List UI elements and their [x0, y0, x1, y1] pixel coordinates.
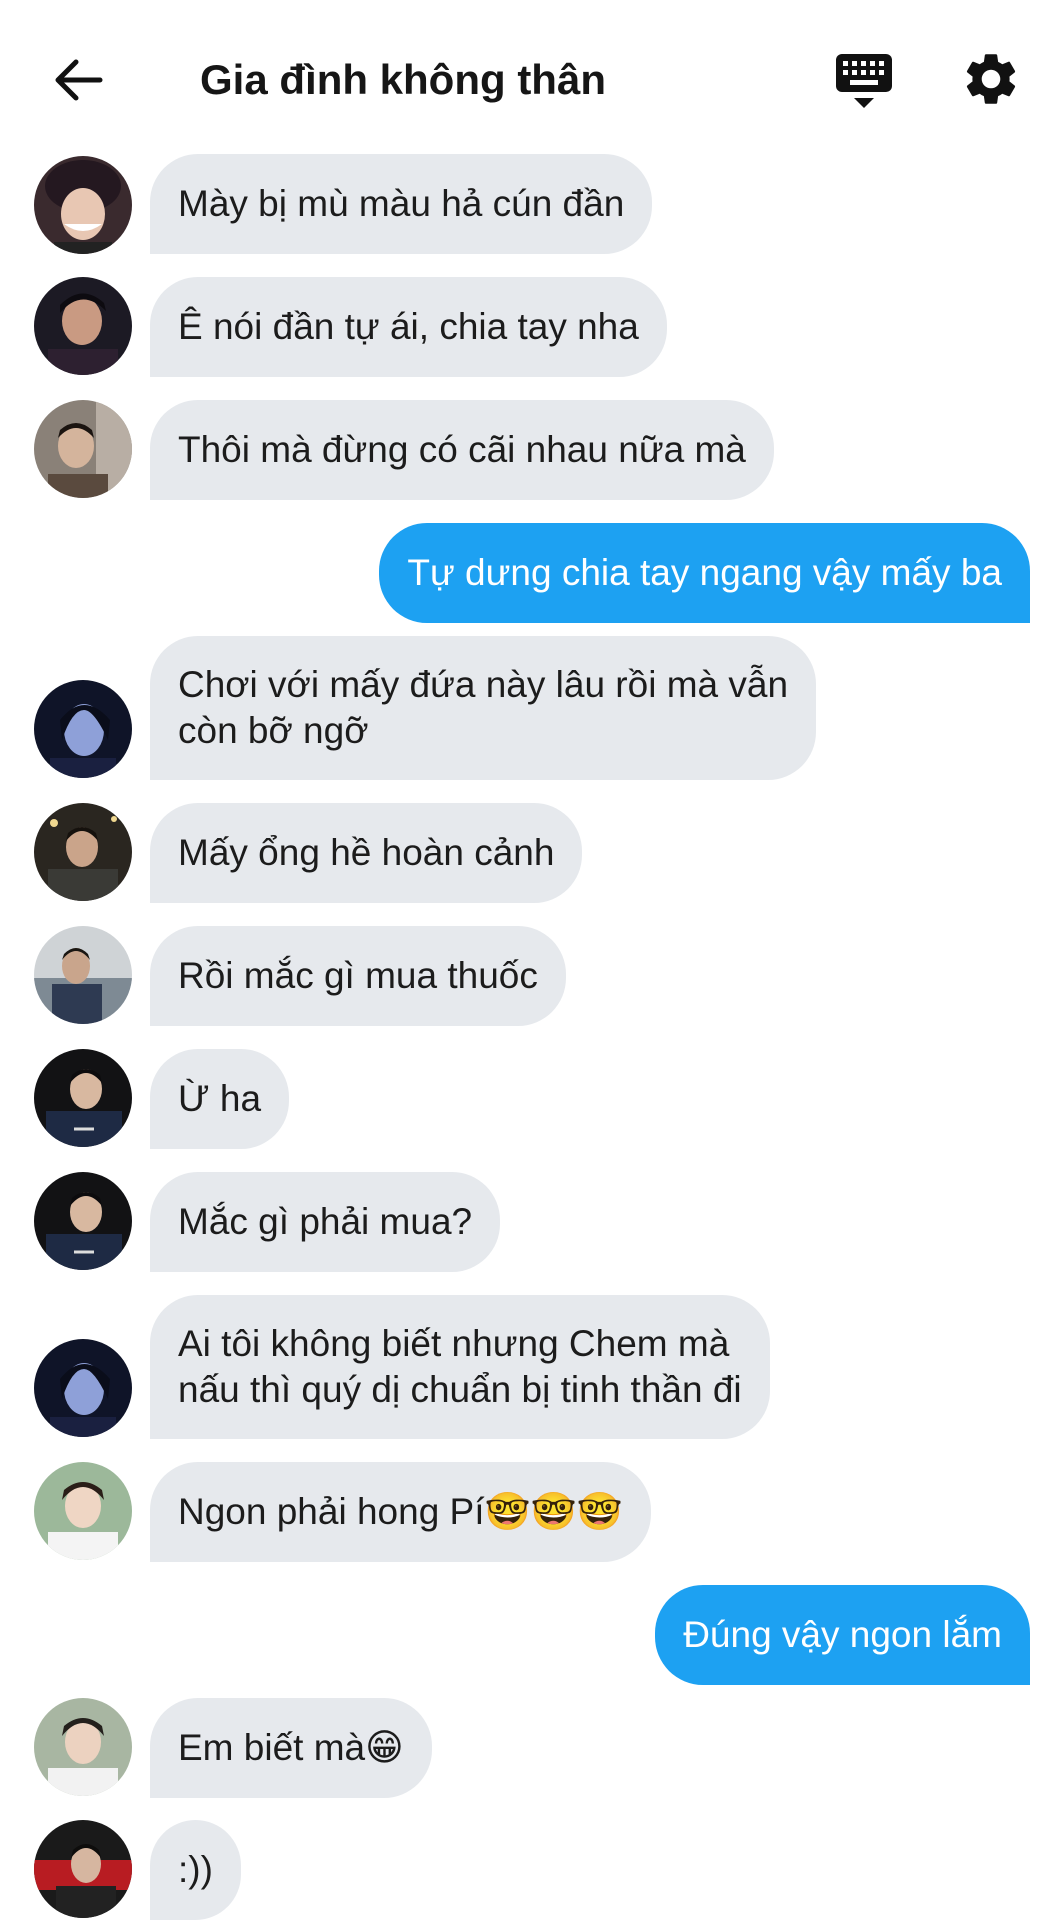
message-text: Mấy ổng hề hoàn cảnh: [178, 832, 555, 873]
message-bubble-outgoing[interactable]: Đúng vậy ngon lắm: [655, 1585, 1030, 1685]
message-bubble[interactable]: Thôi mà đừng có cãi nhau nữa mà: [150, 400, 774, 500]
message-text: Ê nói đần tự ái, chia tay nha: [178, 306, 639, 347]
message-text: Thôi mà đừng có cãi nhau nữa mà: [178, 429, 746, 470]
message-bubble[interactable]: Mấy ổng hề hoàn cảnh: [150, 803, 583, 903]
message-text: Rồi mắc gì mua thuốc: [178, 955, 538, 996]
message-bubble[interactable]: Em biết mà😁: [150, 1698, 432, 1798]
avatar[interactable]: [34, 1339, 132, 1437]
message-text: Ai tôi không biết nhưng Chem mà nấu thì …: [178, 1323, 742, 1410]
message-bubble[interactable]: Ừ ha: [150, 1049, 290, 1149]
message-text: Ngon phải hong Pí🤓🤓🤓: [178, 1491, 623, 1532]
message-bubble[interactable]: Ngon phải hong Pí🤓🤓🤓: [150, 1462, 651, 1562]
message-bubble[interactable]: Mắc gì phải mua?: [150, 1172, 501, 1272]
avatar[interactable]: [34, 156, 132, 254]
message-bubble[interactable]: Ai tôi không biết nhưng Chem mà nấu thì …: [150, 1295, 770, 1439]
message-text: :)): [178, 1849, 213, 1890]
message-text: Đúng vậy ngon lắm: [683, 1614, 1002, 1655]
message-text: Ừ ha: [178, 1078, 262, 1119]
avatar[interactable]: [34, 1049, 132, 1147]
message-bubble[interactable]: Chơi với mấy đứa này lâu rồi mà vẫn còn …: [150, 636, 817, 780]
message-text: Chơi với mấy đứa này lâu rồi mà vẫn còn …: [178, 664, 789, 751]
message-bubble[interactable]: Rồi mắc gì mua thuốc: [150, 926, 566, 1026]
message-bubble[interactable]: :)): [150, 1820, 241, 1920]
avatar[interactable]: [34, 277, 132, 375]
avatar[interactable]: [34, 1172, 132, 1270]
avatar[interactable]: [34, 1462, 132, 1560]
message-text: Em biết mà😁: [178, 1727, 404, 1768]
avatar[interactable]: [34, 1820, 132, 1918]
message-bubble[interactable]: Mày bị mù màu hả cún đần: [150, 154, 653, 254]
avatar[interactable]: [34, 1698, 132, 1796]
avatar[interactable]: [34, 926, 132, 1024]
message-list[interactable]: Mày bị mù màu hả cún đần Ê nói đần tự ái…: [0, 0, 1064, 1920]
message-text: Tự dưng chia tay ngang vậy mấy ba: [407, 552, 1002, 593]
message-bubble[interactable]: Ê nói đần tự ái, chia tay nha: [150, 277, 667, 377]
avatar[interactable]: [34, 680, 132, 778]
avatar[interactable]: [34, 400, 132, 498]
message-text: Mày bị mù màu hả cún đần: [178, 183, 625, 224]
avatar[interactable]: [34, 803, 132, 901]
message-text: Mắc gì phải mua?: [178, 1201, 473, 1242]
message-bubble-outgoing[interactable]: Tự dưng chia tay ngang vậy mấy ba: [379, 523, 1030, 623]
